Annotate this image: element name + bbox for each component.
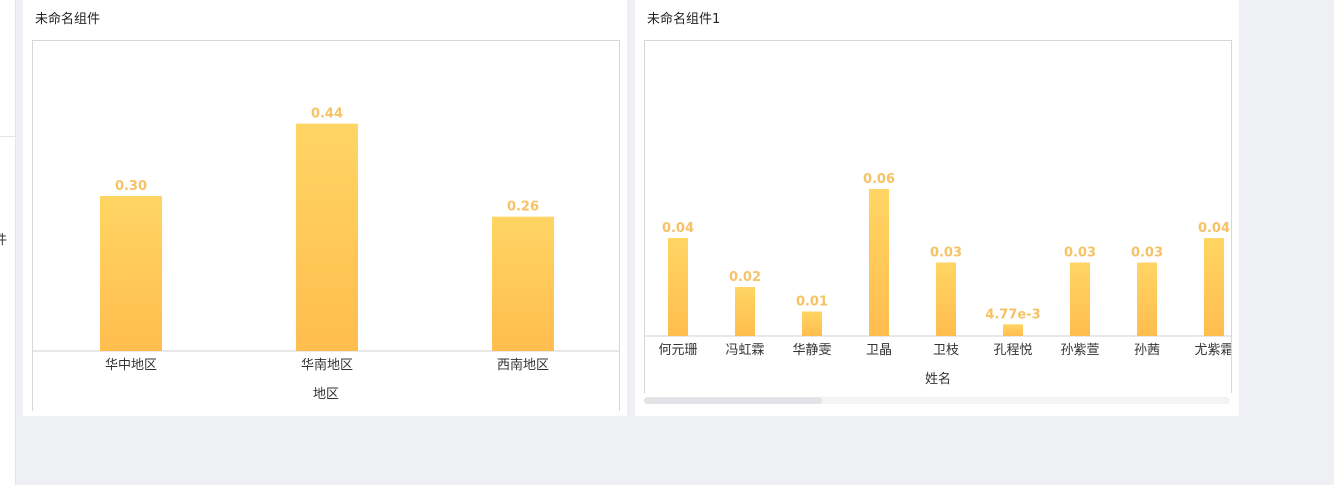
x-tick-label: 孙紫萱 xyxy=(1060,343,1099,358)
x-tick-label: 卫枝 xyxy=(933,343,959,358)
bar[interactable] xyxy=(100,196,162,351)
x-tick-label: 华静雯 xyxy=(792,343,831,358)
chart-frame: 0.04 何元珊 0.02 冯虹霖 0.01 华静雯 0.06 卫晶 0.03 卫枝 4.77e-3… xyxy=(644,40,1234,393)
bar-chart-name: 0.04 何元珊 0.02 冯虹霖 0.01 华静雯 0.06 卫晶 0.03 卫枝 4.77e-3… xyxy=(645,172,1234,387)
panel-title: 未命名组件 xyxy=(35,12,101,27)
data-label: 0.03 xyxy=(1064,246,1096,261)
data-label: 0.02 xyxy=(729,270,761,285)
data-label: 0.03 xyxy=(930,246,962,261)
data-label: 0.04 xyxy=(1198,221,1230,236)
x-axis-title: 地区 xyxy=(313,387,339,402)
x-tick-label: 华中地区 xyxy=(105,358,157,373)
chart-panel-1[interactable]: 未命名组件 0.30 华中地区 0.44 华南地区 0.26 西南地区地区 xyxy=(23,0,627,416)
bar[interactable] xyxy=(1070,262,1090,337)
x-tick-label: 西南地区 xyxy=(497,357,549,373)
x-tick-label: 华南地区 xyxy=(301,357,353,373)
bar[interactable] xyxy=(668,238,688,336)
bar[interactable] xyxy=(936,262,956,337)
bar[interactable] xyxy=(492,216,554,351)
data-label: 0.26 xyxy=(507,200,539,215)
left-sidebar: 件 xyxy=(0,0,16,485)
bar[interactable] xyxy=(1204,238,1224,336)
x-axis-title: 姓名 xyxy=(925,371,951,387)
sidebar-text-fragment: 件 xyxy=(0,233,8,248)
data-label: 0.03 xyxy=(1131,246,1163,261)
x-tick-label: 何元珊 xyxy=(658,342,697,358)
data-label: 0.01 xyxy=(796,295,828,310)
bar-chart-region: 0.30 华中地区 0.44 华南地区 0.26 西南地区地区 xyxy=(33,107,619,402)
bar[interactable] xyxy=(869,189,889,336)
data-label: 0.06 xyxy=(863,172,895,187)
data-label: 0.30 xyxy=(115,179,147,194)
data-label: 4.77e-3 xyxy=(985,307,1040,322)
x-tick-label: 尤紫霜 xyxy=(1194,343,1231,358)
x-tick-label: 冯虹霖 xyxy=(725,343,764,358)
chart-panel-2[interactable]: 未命名组件1 0.04 何元珊 0.02 冯虹霖 0.01 华静雯 0.06 卫晶 0.03 卫枝… xyxy=(635,0,1239,416)
bar[interactable] xyxy=(1137,262,1157,337)
x-tick-label: 孙茜 xyxy=(1134,343,1160,358)
chart-frame: 0.30 华中地区 0.44 华南地区 0.26 西南地区地区 xyxy=(32,40,620,411)
bar[interactable] xyxy=(735,287,755,336)
bar[interactable] xyxy=(802,311,822,337)
bar[interactable] xyxy=(1003,324,1023,336)
sidebar-divider xyxy=(0,136,15,137)
horizontal-scrollbar-thumb[interactable] xyxy=(644,397,822,404)
data-label: 0.04 xyxy=(662,221,694,236)
x-tick-label: 卫晶 xyxy=(866,343,892,358)
x-tick-label: 孔程悦 xyxy=(993,343,1032,358)
data-label: 0.44 xyxy=(311,107,343,122)
bar[interactable] xyxy=(296,123,358,352)
panel-title: 未命名组件1 xyxy=(647,12,721,27)
